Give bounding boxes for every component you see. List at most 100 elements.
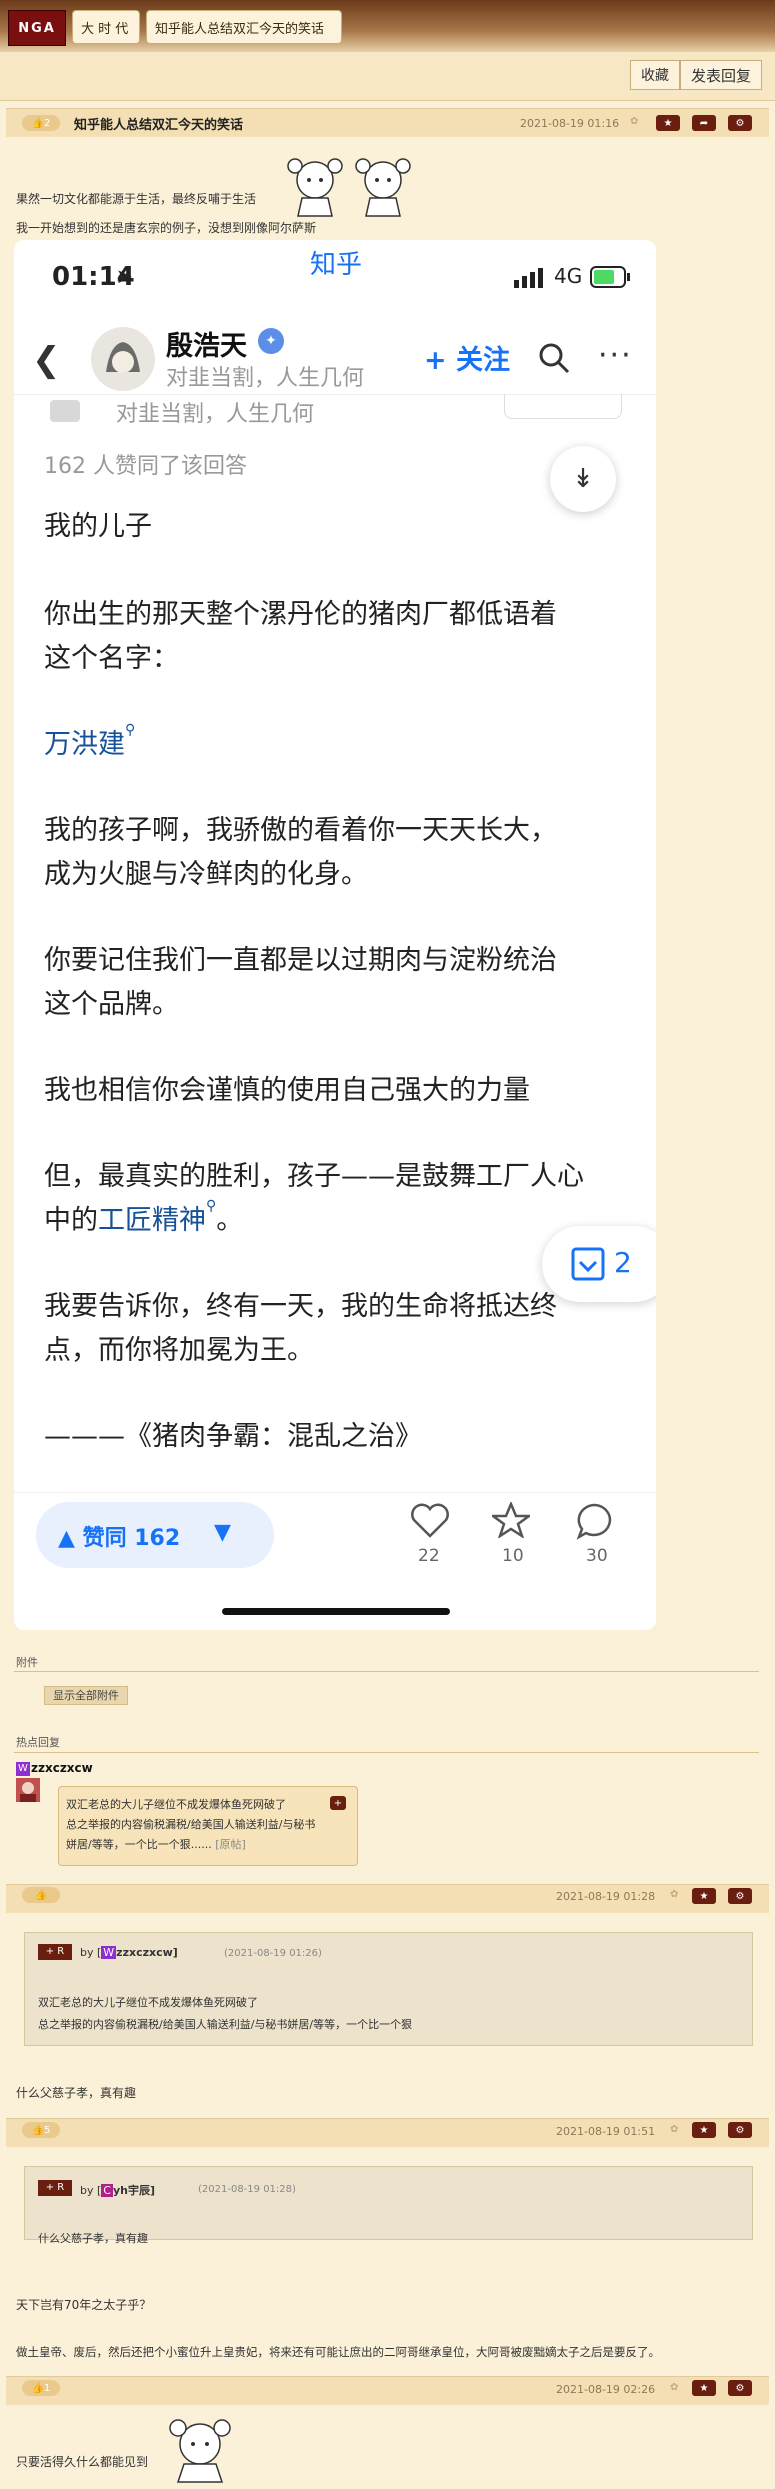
expand-down-icon[interactable]: ↡ — [550, 446, 616, 512]
quote-text: 什么父慈子孝，真有趣 — [38, 2232, 148, 2245]
search-icon[interactable] — [538, 342, 570, 374]
hot-reply-text: 双汇老总的大儿子继位不成发爆体鱼死网破了 — [66, 1798, 286, 1811]
battery-icon — [590, 266, 630, 288]
star-icon[interactable]: ★ — [692, 2380, 716, 2396]
comment-count: 30 — [586, 1546, 608, 1566]
hot-reply-username[interactable]: zzxczxcw — [31, 1761, 93, 1775]
post-body: 什么父慈子孝，真有趣 — [16, 2086, 137, 2100]
favorite-star-icon[interactable] — [492, 1502, 530, 1538]
expand-plus-button[interactable]: + — [330, 1796, 346, 1810]
hot-replies-label: 热点回复 — [16, 1736, 60, 1749]
show-all-attachments-button[interactable]: 显示全部附件 — [44, 1686, 128, 1705]
answer-paragraph: 这个品牌。 — [44, 989, 179, 1020]
avatar-small — [50, 400, 80, 422]
answer-paragraph: 我的儿子 — [44, 511, 152, 542]
author-name[interactable]: 殷浩天 — [166, 324, 247, 363]
thumb-icon: 👍 — [34, 1889, 48, 1901]
like-button[interactable]: 👍 — [22, 1887, 60, 1903]
comment-box-icon — [571, 1247, 605, 1281]
thumb-icon: 👍 — [31, 2382, 45, 2394]
hot-reply-text: 姘居/等等，一个比一个狠...... [原帖] — [66, 1838, 246, 1851]
author-bio-repeat: 对韭当割，人生几何 — [116, 402, 315, 427]
comment-icon[interactable] — [576, 1502, 614, 1540]
star-count: 10 — [502, 1546, 524, 1566]
location-arrow-icon: ➤ — [116, 264, 133, 288]
gear-icon[interactable]: ⚙ — [728, 2122, 752, 2138]
like-count-badge[interactable]: 👍 5 — [22, 2122, 60, 2138]
user-avatar[interactable] — [16, 1778, 40, 1802]
network-label: 4G — [554, 264, 583, 288]
home-indicator — [222, 1608, 450, 1615]
breadcrumb-forum[interactable]: 大 时 代 — [72, 10, 140, 44]
divider — [14, 1492, 656, 1493]
thumb-icon: 👍 — [31, 2124, 45, 2136]
answer-paragraph: 你要记住我们一直都是以过期肉与淀粉统治 — [44, 945, 557, 976]
signal-icon — [514, 268, 543, 288]
gear-icon[interactable]: ⚙ — [728, 115, 752, 131]
like-count-badge[interactable]: 👍 2 — [22, 115, 60, 131]
post-date: 2021-08-19 01:51 — [556, 2125, 656, 2138]
post-body: 天下岂有70年之太子乎？ — [16, 2298, 152, 2312]
post-date: 2021-08-19 01:16 — [520, 117, 620, 130]
post-text-line: 我一开始想到的还是唐玄宗的例子，没想到刚像阿尔萨斯 — [16, 221, 317, 235]
quote-text: 总之举报的内容偷税漏税/给美国人输送利益/与秘书姘居/等等，一个比一个狠 — [38, 2018, 413, 2031]
quote-author[interactable]: by [Wzzxczxcw] — [80, 1946, 178, 1959]
answer-link[interactable]: 万洪建⚲ — [44, 722, 135, 761]
flower-icon: ✿ — [670, 1889, 679, 1900]
agree-count-text: 162 人赞同了该回答 — [44, 454, 247, 479]
nga-logo[interactable]: NGA — [8, 10, 66, 46]
reply-button[interactable]: 发表回复 — [680, 60, 762, 90]
answer-link[interactable]: 工匠精神 — [98, 1205, 206, 1236]
verified-badge-icon: ✦ — [258, 328, 284, 354]
gear-icon[interactable]: ⚙ — [728, 1888, 752, 1904]
flower-icon: ✿ — [670, 2124, 679, 2135]
follow-button[interactable]: + 关注 — [424, 338, 510, 377]
heart-count: 22 — [418, 1546, 440, 1566]
quote-text: 双汇老总的大儿子继位不成发爆体鱼死网破了 — [38, 1996, 258, 2009]
attachments-label: 附件 — [16, 1656, 38, 1669]
flower-icon: ✿ — [630, 116, 639, 127]
answer-paragraph: ———《猪肉争霸：混乱之治》 — [44, 1421, 422, 1452]
divider — [14, 1752, 759, 1753]
share-icon[interactable]: ➦ — [692, 115, 716, 131]
anime-sticker-image — [169, 2419, 231, 2483]
answer-paragraph: 我的孩子啊，我骄傲的看着你一天天长大， — [44, 815, 557, 846]
answer-paragraph: 你出生的那天整个漯丹伦的猪肉厂都低语着 — [44, 599, 557, 630]
breadcrumb-thread[interactable]: 知乎能人总结双汇今天的笑话 — [146, 10, 342, 44]
quote-date: (2021-08-19 01:26) — [224, 1948, 322, 1959]
flower-icon: ✿ — [670, 2382, 679, 2393]
star-icon[interactable]: ★ — [692, 1888, 716, 1904]
heart-icon[interactable] — [410, 1502, 450, 1538]
star-icon[interactable]: ★ — [656, 115, 680, 131]
answer-paragraph: 点，而你将加冕为王。 — [44, 1335, 314, 1366]
divider — [14, 1671, 759, 1672]
more-icon[interactable]: ··· — [598, 338, 633, 373]
answer-paragraph: 中的工匠精神⚲。 — [44, 1198, 244, 1236]
downvote-button[interactable]: ▼ — [214, 1520, 231, 1545]
reply-badge: + R — [38, 1944, 72, 1960]
comment-float-count: 2 — [614, 1246, 632, 1279]
upvote-triangle-icon: ▲ — [58, 1526, 75, 1551]
anime-sticker-image — [287, 158, 411, 217]
upvote-button[interactable]: ▲ 赞同 162 — [58, 1520, 180, 1552]
star-icon[interactable]: ★ — [692, 2122, 716, 2138]
answer-paragraph: 我也相信你会谨慎的使用自己强大的力量 — [44, 1075, 530, 1106]
back-chevron-icon[interactable]: ❮ — [32, 340, 61, 380]
author-avatar[interactable] — [90, 326, 156, 392]
post-text-line: 果然一切文化都能源于生活，最终反哺于生活 — [16, 192, 257, 206]
quote-block — [24, 2166, 753, 2240]
search-link-icon: ⚲ — [125, 722, 136, 738]
post-date: 2021-08-19 01:28 — [556, 1890, 656, 1903]
author-bio: 对韭当割，人生几何 — [166, 366, 365, 391]
original-post-link[interactable]: [原帖] — [215, 1838, 246, 1851]
zhihu-app-title: 知乎 — [310, 250, 363, 280]
hot-reply-text: 总之举报的内容偷税漏税/给美国人输送利益/与秘书 — [66, 1818, 316, 1831]
thumb-icon: 👍 — [31, 117, 45, 129]
answer-paragraph: 但，最真实的胜利，孩子——是鼓舞工厂人心 — [44, 1161, 584, 1192]
like-count-badge[interactable]: 👍 1 — [22, 2380, 60, 2396]
post-body: 做土皇帝、废后，然后还把个小蜜位升上皇贵妃，将来还有可能让庶出的二阿哥继承皇位，… — [16, 2345, 660, 2359]
quote-author[interactable]: by [Cyh宇辰] — [80, 2182, 155, 2198]
favorite-button[interactable]: 收藏 — [630, 60, 680, 90]
gear-icon[interactable]: ⚙ — [728, 2380, 752, 2396]
quote-date: (2021-08-19 01:28) — [198, 2184, 296, 2195]
